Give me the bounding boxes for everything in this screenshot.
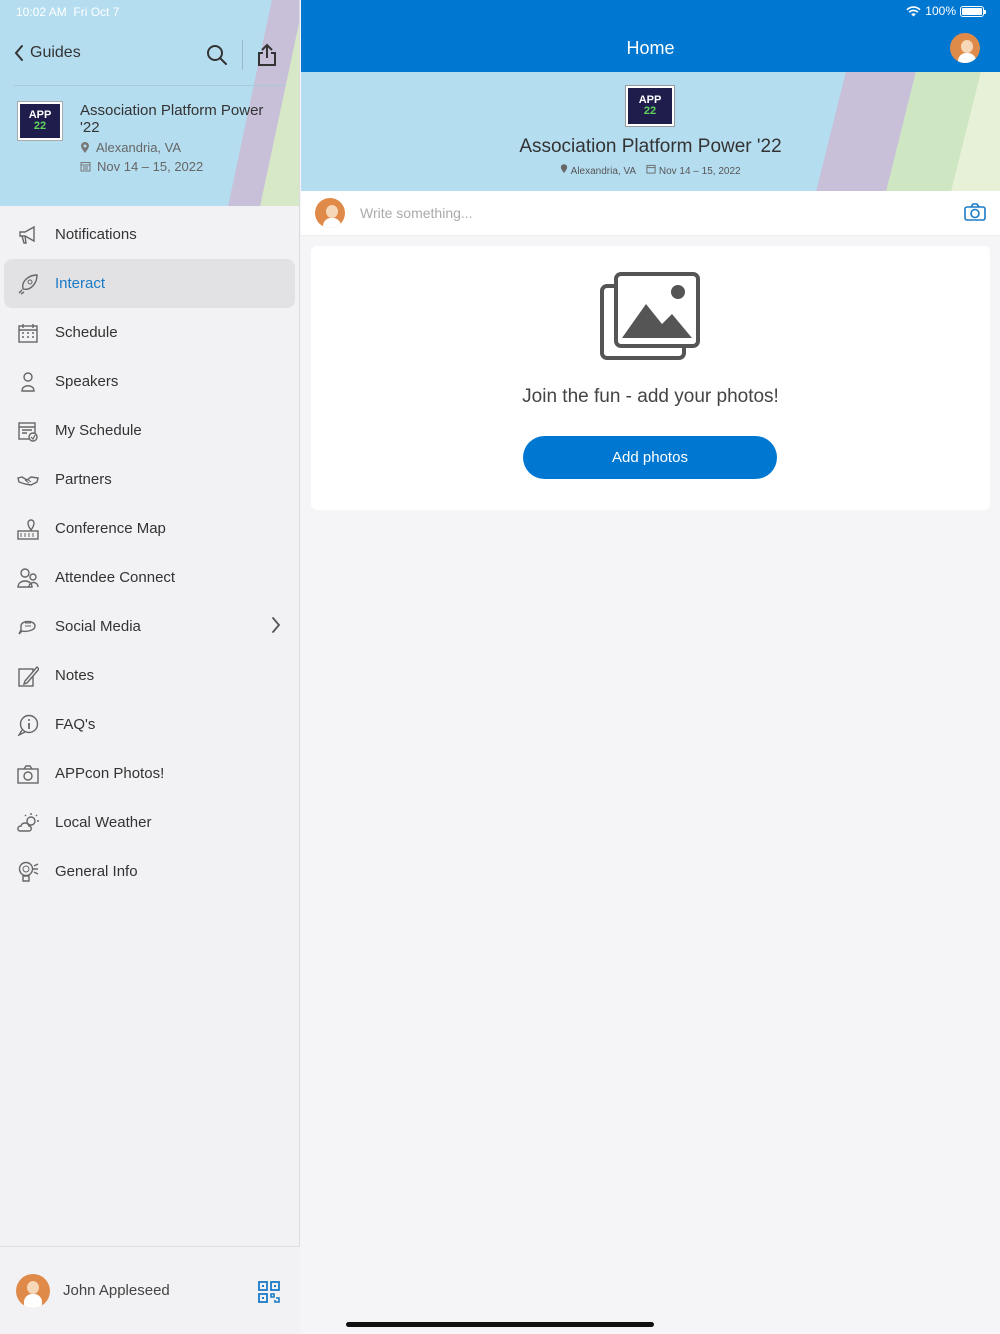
event-location: Alexandria, VA (80, 140, 181, 155)
status-bar: 10:02 AM Fri Oct 7 100% (0, 0, 1000, 24)
sidebar-item-speakers[interactable]: Speakers (4, 357, 295, 406)
chevron-right-icon (272, 617, 281, 633)
event-logo: APP 22 (18, 102, 62, 140)
banner-location: Alexandria, VA (560, 164, 636, 177)
sidebar-menu: Notifications Interact Schedule Speakers… (4, 210, 295, 896)
rocket-icon (16, 272, 40, 296)
sidebar: Guides APP 22 Association Platform Power … (0, 0, 300, 1334)
camera-icon (16, 762, 40, 786)
banner-event-logo: APP 22 (626, 86, 674, 126)
event-dates: Nov 14 – 15, 2022 (80, 159, 203, 174)
my-schedule-icon (16, 419, 40, 443)
sidebar-item-faqs[interactable]: FAQ's (4, 700, 295, 749)
empty-message: Join the fun - add your photos! (522, 386, 779, 407)
share-icon[interactable] (257, 43, 277, 67)
sidebar-item-attendee-connect[interactable]: Attendee Connect (4, 553, 295, 602)
compose-avatar (315, 198, 345, 228)
calendar-small-icon (646, 164, 656, 174)
sidebar-item-partners[interactable]: Partners (4, 455, 295, 504)
people-icon (16, 566, 40, 590)
sidebar-item-general-info[interactable]: General Info (4, 847, 295, 896)
sidebar-item-conference-map[interactable]: Conference Map (4, 504, 295, 553)
location-pin-icon (561, 164, 568, 173)
info-bubble-icon (16, 713, 40, 737)
add-photos-button[interactable]: Add photos (523, 436, 777, 479)
wifi-icon (906, 5, 921, 16)
sidebar-item-local-weather[interactable]: Local Weather (4, 798, 295, 847)
chevron-left-icon (14, 45, 23, 61)
calendar-icon (16, 321, 40, 345)
avatar (16, 1273, 50, 1308)
sun-cloud-icon (16, 811, 40, 835)
main-content: Home APP 22 Association Platform Power '2… (301, 0, 1000, 1334)
sidebar-header: Guides APP 22 Association Platform Power … (0, 0, 299, 206)
back-guides-button[interactable]: Guides (14, 44, 81, 62)
pencil-note-icon (16, 664, 40, 688)
user-profile-row[interactable]: John Appleseed (0, 1246, 300, 1334)
photo-gallery-icon (600, 272, 700, 360)
banner-meta: Alexandria, VA Nov 14 – 15, 2022 (301, 164, 1000, 177)
sidebar-item-schedule[interactable]: Schedule (4, 308, 295, 357)
photos-empty-card: Join the fun - add your photos! Add phot… (311, 246, 990, 510)
banner-dates: Nov 14 – 15, 2022 (646, 164, 741, 177)
sidebar-item-interact[interactable]: Interact (4, 259, 295, 308)
search-icon[interactable] (206, 44, 228, 66)
page-title: Home (626, 38, 675, 58)
lightbulb-icon (16, 860, 40, 884)
map-pin-icon (16, 517, 40, 541)
location-pin-icon (81, 141, 89, 153)
event-title: Association Platform Power '22 (80, 102, 264, 136)
speaker-person-icon (16, 370, 40, 394)
sidebar-item-social-media[interactable]: Social Media (4, 602, 295, 651)
status-right: 100% (906, 4, 986, 18)
chat-bubbles-icon (16, 615, 40, 639)
qr-code-icon[interactable] (258, 1281, 280, 1303)
megaphone-icon (16, 223, 40, 247)
back-label: Guides (30, 44, 81, 61)
battery-percent: 100% (925, 4, 956, 18)
sidebar-item-notifications[interactable]: Notifications (4, 210, 295, 259)
user-name: John Appleseed (63, 1282, 170, 1299)
compose-post-bar[interactable]: Write something... (301, 191, 1000, 236)
camera-icon[interactable] (964, 203, 986, 221)
event-banner: APP 22 Association Platform Power '22 Ale… (301, 72, 1000, 191)
handshake-icon (16, 468, 40, 492)
calendar-small-icon (80, 162, 91, 172)
sidebar-item-my-schedule[interactable]: My Schedule (4, 406, 295, 455)
header-avatar[interactable] (950, 33, 980, 63)
sidebar-item-appcon-photos[interactable]: APPcon Photos! (4, 749, 295, 798)
home-indicator (346, 1322, 654, 1327)
banner-title: Association Platform Power '22 (519, 136, 782, 157)
compose-input[interactable]: Write something... (360, 205, 473, 221)
sidebar-item-notes[interactable]: Notes (4, 651, 295, 700)
battery-icon (960, 5, 986, 17)
status-time: 10:02 AM Fri Oct 7 (16, 5, 120, 19)
